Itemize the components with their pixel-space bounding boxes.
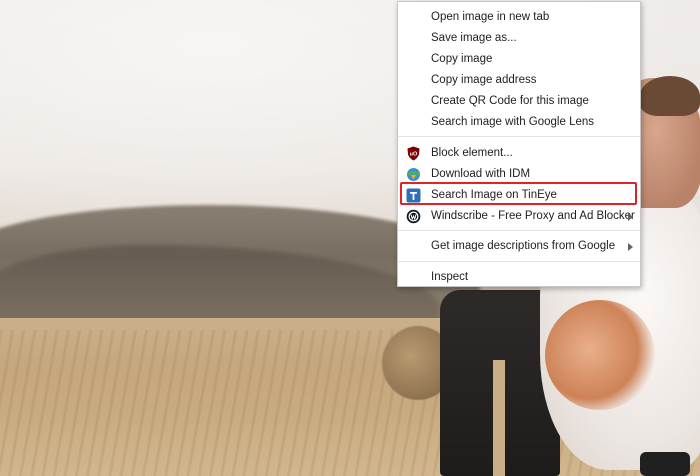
- context-menu: Open image in new tab Save image as... C…: [397, 1, 641, 287]
- ublock-origin-icon: uO: [406, 146, 421, 161]
- svg-text:uO: uO: [410, 152, 418, 158]
- bouquet: [545, 300, 655, 410]
- windscribe-icon: [406, 209, 421, 224]
- menu-item-get-image-descriptions[interactable]: Get image descriptions from Google: [398, 236, 640, 257]
- menu-item-open-image-new-tab[interactable]: Open image in new tab: [398, 7, 640, 28]
- menu-separator: [398, 136, 640, 137]
- submenu-arrow-icon: [628, 243, 633, 251]
- menu-item-label: Block element...: [431, 147, 513, 159]
- menu-item-label: Get image descriptions from Google: [431, 240, 616, 252]
- menu-separator: [398, 230, 640, 231]
- menu-separator: [398, 261, 640, 262]
- menu-item-label: Create QR Code for this image: [431, 95, 589, 107]
- menu-item-label: Search image with Google Lens: [431, 116, 595, 128]
- menu-item-label: Windscribe - Free Proxy and Ad Blocker: [431, 210, 635, 222]
- menu-item-google-lens[interactable]: Search image with Google Lens: [398, 112, 640, 133]
- menu-item-label: Inspect: [431, 271, 469, 283]
- bride-hair: [640, 76, 700, 116]
- idm-icon: [406, 167, 421, 182]
- menu-item-create-qr-code[interactable]: Create QR Code for this image: [398, 91, 640, 112]
- groom-leg-gap: [493, 360, 505, 476]
- menu-item-copy-image-address[interactable]: Copy image address: [398, 70, 640, 91]
- bride-boot: [640, 452, 690, 476]
- menu-item-search-image-tineye[interactable]: Search Image on TinEye: [398, 182, 640, 206]
- menu-item-label: Open image in new tab: [431, 11, 550, 23]
- menu-item-label: Save image as...: [431, 32, 517, 44]
- menu-item-label: Copy image: [431, 53, 493, 65]
- menu-item-save-image-as[interactable]: Save image as...: [398, 28, 640, 49]
- submenu-arrow-icon: [628, 213, 633, 221]
- menu-item-inspect[interactable]: Inspect: [398, 267, 640, 288]
- tineye-icon: [406, 188, 421, 203]
- menu-item-windscribe[interactable]: Windscribe - Free Proxy and Ad Blocker: [398, 206, 640, 227]
- menu-item-label: Search Image on TinEye: [431, 189, 557, 201]
- menu-item-label: Copy image address: [431, 74, 537, 86]
- menu-item-block-element[interactable]: uO Block element...: [398, 143, 640, 164]
- menu-item-copy-image[interactable]: Copy image: [398, 49, 640, 70]
